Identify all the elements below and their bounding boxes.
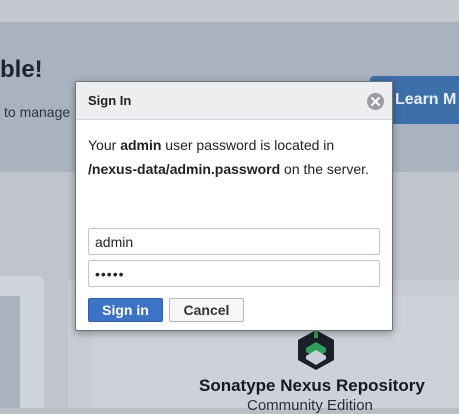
brand-title: Sonatype Nexus Repository bbox=[199, 376, 425, 395]
dialog-header: Sign In bbox=[76, 82, 392, 120]
password-file-path: /nexus-data/admin.password bbox=[88, 161, 281, 177]
username-field[interactable] bbox=[88, 228, 380, 255]
background-top-band bbox=[0, 0, 459, 22]
close-icon bbox=[371, 97, 380, 106]
close-button[interactable] bbox=[367, 93, 384, 110]
background-card-left-inner bbox=[0, 296, 20, 408]
admin-username-text: admin bbox=[120, 137, 162, 153]
welcome-headline: ble! bbox=[0, 56, 43, 83]
password-location-message: Your admin user password is located in/n… bbox=[88, 137, 369, 177]
sign-in-button[interactable]: Sign in bbox=[88, 298, 163, 322]
welcome-subtext: to manage bbox=[4, 104, 71, 120]
cancel-button[interactable]: Cancel bbox=[169, 298, 244, 322]
brand-subtitle: Community Edition bbox=[247, 397, 373, 414]
sign-in-dialog: Sign In Your admin user password is loca… bbox=[75, 81, 393, 331]
password-field[interactable] bbox=[88, 260, 380, 287]
dialog-title: Sign In bbox=[88, 93, 132, 108]
sonatype-logo-icon bbox=[298, 330, 334, 370]
